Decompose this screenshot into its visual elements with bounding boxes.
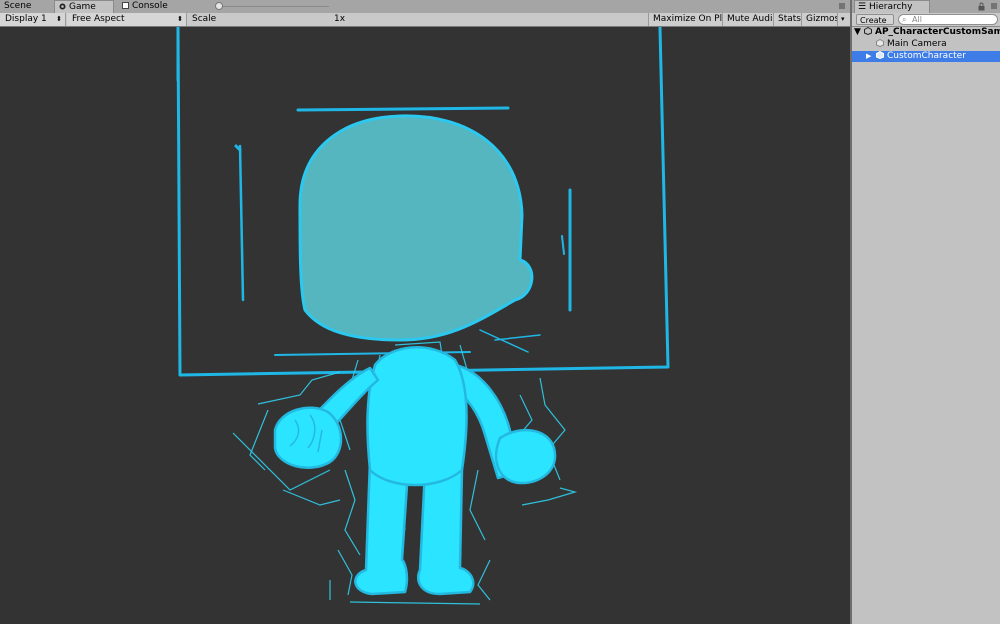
display-dropdown-value: Display 1 (5, 14, 47, 24)
mute-audio-button[interactable]: Mute Audio (722, 13, 778, 26)
scale-slider-thumb[interactable] (215, 2, 223, 10)
head (298, 114, 534, 342)
maximize-on-play-button[interactable]: Maximize On Play (648, 13, 733, 26)
game-viewport[interactable] (0, 27, 850, 624)
updown-arrow-icon: ⬍ (56, 15, 62, 23)
unity-scene-icon (864, 27, 872, 36)
game-controller-icon (59, 2, 66, 10)
expand-arrow-icon[interactable]: ▼ (854, 27, 864, 38)
tab-game-label: Game (69, 2, 96, 12)
aspect-dropdown-value: Free Aspect (72, 14, 125, 24)
tab-scene[interactable]: Scene (0, 0, 50, 13)
create-button[interactable]: Create ▾ (856, 14, 894, 36)
create-button-label: Create (860, 16, 887, 25)
editor-tab-strip: Scene Game Console (0, 0, 850, 14)
stats-button[interactable]: Stats (773, 13, 801, 26)
gameobject-cube-icon (876, 51, 884, 60)
hierarchy-item-label: CustomCharacter (887, 51, 966, 61)
character-render (176, 27, 670, 605)
hierarchy-list-icon: ☰ (858, 2, 867, 12)
hierarchy-item-main-camera[interactable]: Main Camera (852, 39, 1000, 50)
search-icon: ⌕ (902, 15, 907, 24)
game-toolbar: Display 1 ⬍ Free Aspect ⬍ Scale 1x Maxim… (0, 13, 850, 27)
scene-root-row[interactable]: ▼ AP_CharacterCustomSam (852, 27, 1000, 38)
display-dropdown[interactable]: Display 1 ⬍ (0, 13, 66, 26)
top-bar-line (296, 106, 510, 112)
scale-label: Scale (192, 14, 217, 24)
panel-menu-icon[interactable] (836, 0, 850, 13)
scene-name: AP_CharacterCustomSam (875, 27, 1000, 37)
aspect-dropdown[interactable]: Free Aspect ⬍ (67, 13, 187, 26)
tab-console[interactable]: Console (118, 0, 178, 13)
tab-hierarchy[interactable]: ☰ Hierarchy (854, 0, 930, 14)
tab-game[interactable]: Game (54, 0, 114, 14)
hierarchy-search-input[interactable]: ⌕ All (898, 14, 998, 25)
tab-console-label: Console (132, 1, 168, 11)
right-leg (416, 468, 475, 596)
tab-scene-label: Scene (4, 1, 32, 11)
torso (366, 346, 468, 487)
gameobject-cube-icon (876, 39, 884, 48)
tab-hierarchy-label: Hierarchy (868, 2, 913, 12)
hierarchy-item-label: Main Camera (887, 39, 947, 49)
updown-arrow-icon: ⬍ (177, 15, 183, 23)
scale-value: 1x (334, 14, 346, 24)
search-placeholder: All (912, 15, 922, 24)
scale-slider-track[interactable] (217, 6, 329, 7)
left-fist (273, 406, 343, 469)
gizmos-dropdown-icon[interactable]: ▾ (837, 13, 850, 26)
gizmos-button[interactable]: Gizmos (801, 13, 839, 26)
right-fist (494, 428, 557, 485)
expand-arrow-icon[interactable]: ▶ (866, 51, 876, 62)
console-icon (122, 1, 129, 9)
hierarchy-body (852, 27, 1000, 624)
hierarchy-item-custom-character[interactable]: ▶ CustomCharacter (852, 51, 1000, 62)
